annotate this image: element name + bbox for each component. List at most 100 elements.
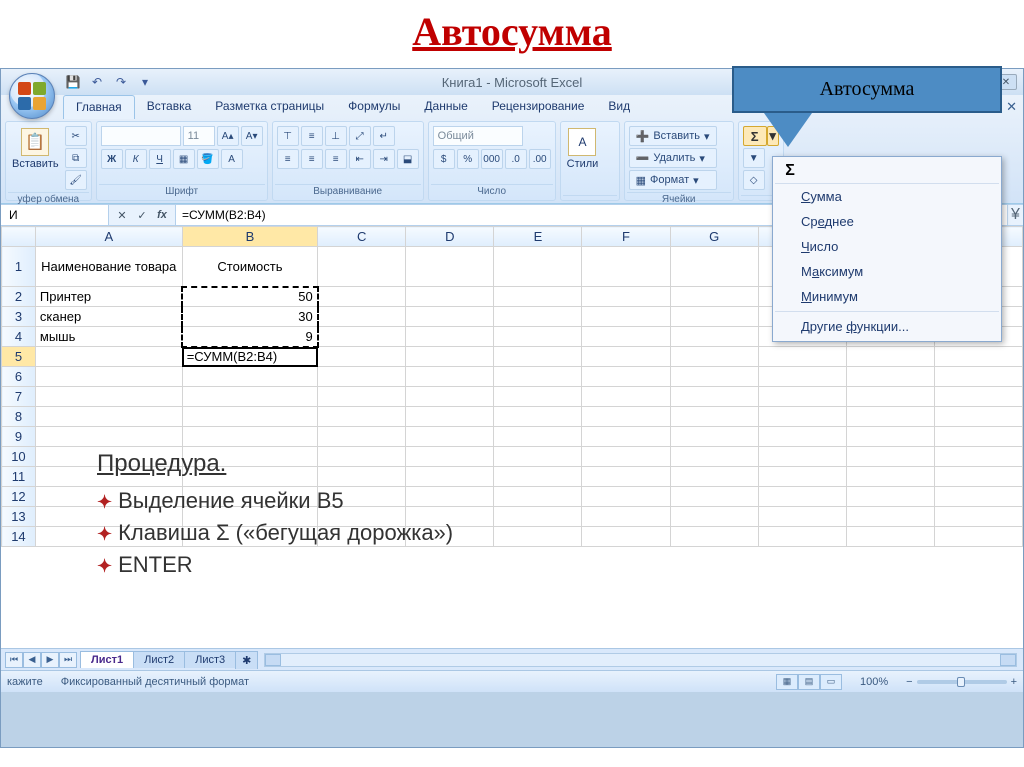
view-page-break-icon[interactable]: ▭ bbox=[820, 674, 842, 690]
last-sheet-icon[interactable]: ⏭ bbox=[59, 652, 77, 668]
comma-icon[interactable]: 000 bbox=[481, 149, 503, 169]
fill-color-icon[interactable]: 🪣 bbox=[197, 149, 219, 169]
orientation-icon[interactable]: ⤢ bbox=[349, 126, 371, 146]
row-header[interactable]: 6 bbox=[2, 367, 36, 387]
view-normal-icon[interactable]: ▦ bbox=[776, 674, 798, 690]
insert-cells-button[interactable]: ➕ Вставить ▾ bbox=[629, 126, 717, 146]
row-header[interactable]: 8 bbox=[2, 407, 36, 427]
grow-font-icon[interactable]: A▴ bbox=[217, 126, 239, 146]
align-right-icon[interactable]: ≡ bbox=[325, 149, 347, 169]
next-sheet-icon[interactable]: ▶ bbox=[41, 652, 59, 668]
cell[interactable]: 30 bbox=[182, 307, 318, 327]
row-header[interactable]: 7 bbox=[2, 387, 36, 407]
select-all-corner[interactable] bbox=[2, 227, 36, 247]
align-bottom-icon[interactable]: ⊥ bbox=[325, 126, 347, 146]
tab-view[interactable]: Вид bbox=[596, 95, 642, 119]
menu-item-more-functions[interactable]: Другие функции... bbox=[775, 314, 999, 339]
view-page-layout-icon[interactable]: ▤ bbox=[798, 674, 820, 690]
zoom-out-icon[interactable]: − bbox=[906, 676, 912, 688]
row-header[interactable]: 2 bbox=[2, 287, 36, 307]
new-sheet-icon[interactable]: ✱ bbox=[235, 651, 258, 669]
row-header[interactable]: 11 bbox=[2, 467, 36, 487]
format-cells-button[interactable]: ▦ Формат ▾ bbox=[629, 170, 717, 190]
col-header-a[interactable]: A bbox=[35, 227, 182, 247]
save-icon[interactable]: 💾 bbox=[63, 72, 83, 92]
cell[interactable]: 50 bbox=[182, 287, 318, 307]
menu-item-min[interactable]: Минимум bbox=[775, 284, 999, 309]
tab-formulas[interactable]: Формулы bbox=[336, 95, 412, 119]
office-button[interactable] bbox=[9, 73, 55, 119]
italic-button[interactable]: К bbox=[125, 149, 147, 169]
row-header[interactable]: 10 bbox=[2, 447, 36, 467]
row-header[interactable]: 5 bbox=[2, 347, 36, 367]
row-header[interactable]: 12 bbox=[2, 487, 36, 507]
fill-icon[interactable]: ▼ bbox=[743, 148, 765, 168]
zoom-slider[interactable] bbox=[917, 680, 1007, 684]
cancel-formula-icon[interactable]: ✕ bbox=[113, 207, 131, 223]
enter-formula-icon[interactable]: ✓ bbox=[133, 207, 151, 223]
tab-home[interactable]: Главная bbox=[63, 95, 135, 119]
indent-inc-icon[interactable]: ⇥ bbox=[373, 149, 395, 169]
row-header[interactable]: 9 bbox=[2, 427, 36, 447]
align-center-icon[interactable]: ≡ bbox=[301, 149, 323, 169]
horizontal-scrollbar[interactable] bbox=[264, 653, 1017, 667]
cell[interactable]: Стоимость bbox=[182, 247, 318, 287]
format-painter-icon[interactable]: 🖌 bbox=[65, 170, 87, 190]
underline-button[interactable]: Ч bbox=[149, 149, 171, 169]
font-color-icon[interactable]: A bbox=[221, 149, 243, 169]
expand-formula-bar-icon[interactable]: ¥ bbox=[1007, 205, 1023, 225]
sheet-tab-1[interactable]: Лист1 bbox=[80, 651, 134, 668]
tab-review[interactable]: Рецензирование bbox=[480, 95, 597, 119]
font-name-combo[interactable] bbox=[101, 126, 181, 146]
clear-icon[interactable]: ◇ bbox=[743, 170, 765, 190]
tab-page-layout[interactable]: Разметка страницы bbox=[203, 95, 336, 119]
menu-item-max[interactable]: Максимум bbox=[775, 259, 999, 284]
cell[interactable]: 9 bbox=[182, 327, 318, 347]
scroll-right-icon[interactable] bbox=[1000, 654, 1016, 666]
col-header-d[interactable]: D bbox=[406, 227, 494, 247]
row-header[interactable]: 4 bbox=[2, 327, 36, 347]
styles-button[interactable]: A Стили bbox=[565, 126, 601, 172]
redo-icon[interactable]: ↷ bbox=[111, 72, 131, 92]
delete-cells-button[interactable]: ➖ Удалить ▾ bbox=[629, 148, 717, 168]
indent-dec-icon[interactable]: ⇤ bbox=[349, 149, 371, 169]
sheet-tab-2[interactable]: Лист2 bbox=[133, 651, 185, 668]
col-header-b[interactable]: B bbox=[182, 227, 318, 247]
number-format-combo[interactable]: Общий bbox=[433, 126, 523, 146]
col-header-c[interactable]: C bbox=[318, 227, 406, 247]
menu-item-sum[interactable]: Сумма bbox=[775, 184, 999, 209]
cut-icon[interactable]: ✂ bbox=[65, 126, 87, 146]
row-header[interactable]: 3 bbox=[2, 307, 36, 327]
menu-item-average[interactable]: Среднее bbox=[775, 209, 999, 234]
sheet-tab-3[interactable]: Лист3 bbox=[184, 651, 236, 668]
active-cell[interactable]: =СУММ(B2:B4) bbox=[182, 347, 318, 367]
merge-icon[interactable]: ⬓ bbox=[397, 149, 419, 169]
prev-sheet-icon[interactable]: ◀ bbox=[23, 652, 41, 668]
qat-dropdown-icon[interactable]: ▾ bbox=[135, 72, 155, 92]
fx-icon[interactable]: fx bbox=[153, 207, 171, 223]
undo-icon[interactable]: ↶ bbox=[87, 72, 107, 92]
align-middle-icon[interactable]: ≡ bbox=[301, 126, 323, 146]
cell[interactable]: Наименование товара bbox=[35, 247, 182, 287]
bold-button[interactable]: Ж bbox=[101, 149, 123, 169]
col-header-g[interactable]: G bbox=[670, 227, 758, 247]
cell[interactable]: сканер bbox=[35, 307, 182, 327]
menu-item-count[interactable]: Число bbox=[775, 234, 999, 259]
row-header[interactable]: 14 bbox=[2, 527, 36, 547]
paste-button[interactable]: 📋 Вставить bbox=[10, 126, 61, 172]
currency-icon[interactable]: $ bbox=[433, 149, 455, 169]
name-box[interactable]: И bbox=[1, 205, 109, 225]
tab-data[interactable]: Данные bbox=[412, 95, 479, 119]
first-sheet-icon[interactable]: ⏮ bbox=[5, 652, 23, 668]
scroll-left-icon[interactable] bbox=[265, 654, 281, 666]
col-header-f[interactable]: F bbox=[582, 227, 670, 247]
border-icon[interactable]: ▦ bbox=[173, 149, 195, 169]
zoom-in-icon[interactable]: + bbox=[1011, 676, 1017, 688]
cell[interactable]: Принтер bbox=[35, 287, 182, 307]
inc-decimal-icon[interactable]: .0 bbox=[505, 149, 527, 169]
shrink-font-icon[interactable]: A▾ bbox=[241, 126, 263, 146]
copy-icon[interactable]: ⧉ bbox=[65, 148, 87, 168]
zoom-level[interactable]: 100% bbox=[860, 676, 888, 688]
tab-insert[interactable]: Вставка bbox=[135, 95, 204, 119]
align-top-icon[interactable]: ⊤ bbox=[277, 126, 299, 146]
